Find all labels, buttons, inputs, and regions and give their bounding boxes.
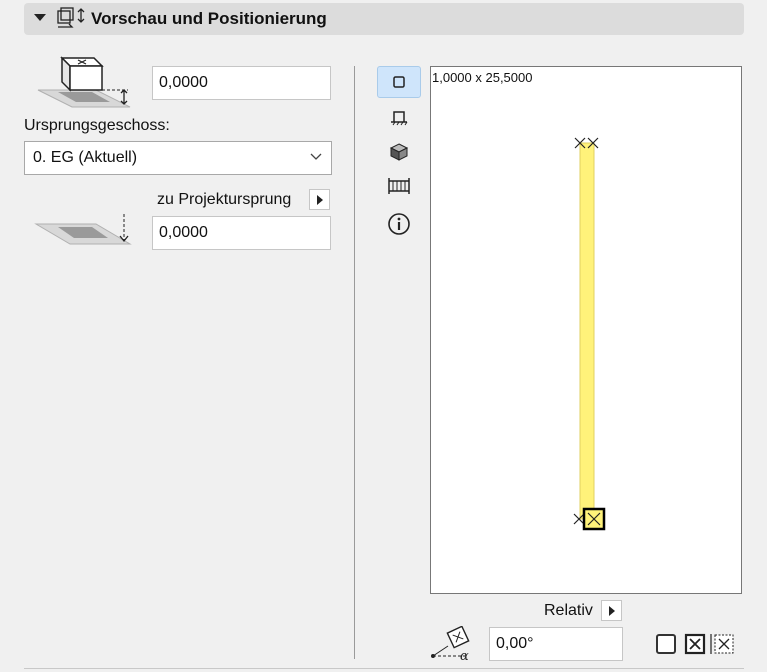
- plan-view-icon: [393, 76, 405, 88]
- bottom-offset-input[interactable]: 0,0000: [152, 216, 331, 250]
- preview-element-drawing: [573, 137, 606, 531]
- origin-floor-select[interactable]: 0. EG (Aktuell): [24, 141, 332, 175]
- elevation-offset-icon: [37, 56, 131, 108]
- column-divider: [354, 66, 355, 659]
- mirror-x-icon[interactable]: [684, 633, 708, 655]
- collapse-triangle-icon[interactable]: [34, 14, 46, 21]
- panel-bottom-border: [24, 668, 744, 669]
- info-button[interactable]: [377, 208, 421, 240]
- relative-arrow-button[interactable]: [601, 600, 622, 621]
- elevation-view-button[interactable]: [377, 170, 421, 202]
- rotation-angle-input[interactable]: 0,00°: [489, 627, 623, 661]
- section-view-icon: [391, 111, 408, 126]
- section-view-button[interactable]: [377, 102, 421, 134]
- reference-label: zu Projektursprung: [157, 191, 292, 208]
- preview-position-icon: [57, 7, 85, 28]
- element-body: [579, 142, 595, 520]
- reference-arrow-button[interactable]: [309, 189, 330, 210]
- rotation-angle-icon: α: [431, 626, 470, 662]
- top-offset-input[interactable]: 0,0000: [152, 66, 331, 100]
- origin-floor-value: 0. EG (Aktuell): [33, 149, 138, 166]
- mirror-checkbox[interactable]: [656, 634, 676, 654]
- svg-text:α: α: [460, 649, 469, 662]
- chevron-down-icon[interactable]: [310, 153, 322, 161]
- plan-view-button[interactable]: [377, 66, 421, 98]
- 3d-view-button[interactable]: [377, 136, 421, 168]
- origin-floor-label: Ursprungsgeschoss:: [24, 117, 170, 134]
- elevation-view-icon: [388, 178, 410, 194]
- info-icon: [388, 213, 410, 235]
- panel-title: Vorschau und Positionierung: [91, 9, 327, 28]
- project-origin-offset-icon: [34, 214, 132, 245]
- 3d-view-icon: [389, 143, 409, 161]
- mirror-y-icon[interactable]: [708, 633, 736, 655]
- relative-label: Relativ: [544, 602, 593, 619]
